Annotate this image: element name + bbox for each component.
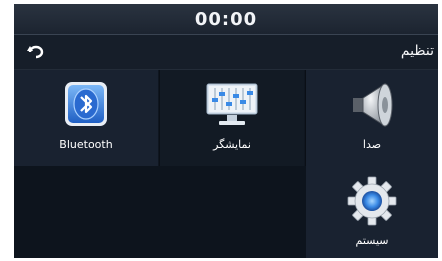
settings-screen: 00:00 تنظیم Bluetooth نمایشگر صدا سیستم bbox=[14, 4, 438, 258]
tile-display[interactable]: نمایشگر bbox=[160, 70, 304, 166]
tile-sound[interactable]: صدا bbox=[306, 70, 438, 166]
title-bar: تنظیم bbox=[14, 35, 438, 70]
tile-system[interactable]: سیستم bbox=[306, 166, 438, 258]
settings-grid: Bluetooth نمایشگر صدا سیستم bbox=[14, 70, 438, 258]
bluetooth-icon bbox=[59, 78, 113, 132]
gear-icon bbox=[345, 174, 399, 228]
status-bar: 00:00 bbox=[14, 4, 438, 35]
clock: 00:00 bbox=[194, 8, 258, 30]
tile-bluetooth[interactable]: Bluetooth bbox=[14, 70, 158, 166]
tile-label-bluetooth: Bluetooth bbox=[59, 138, 113, 151]
back-arrow-icon bbox=[27, 45, 44, 59]
page-title: تنظیم bbox=[400, 43, 434, 59]
empty-area bbox=[14, 166, 306, 258]
tile-label-sound: صدا bbox=[362, 138, 382, 151]
tile-label-display: نمایشگر bbox=[213, 138, 251, 151]
speaker-icon bbox=[345, 78, 399, 132]
tile-label-system: سیستم bbox=[355, 234, 389, 247]
display-icon bbox=[205, 78, 259, 132]
back-button[interactable] bbox=[24, 41, 46, 63]
